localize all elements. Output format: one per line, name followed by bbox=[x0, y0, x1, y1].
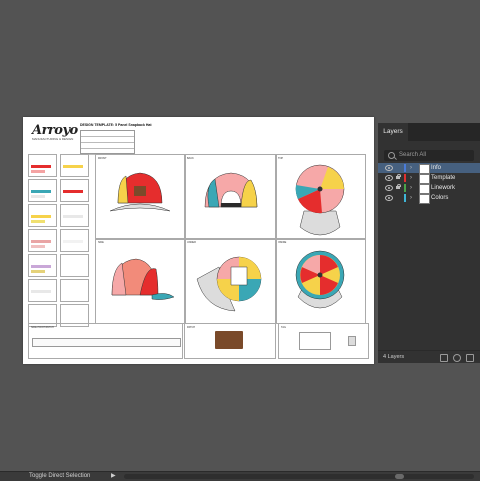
layer-row-linework[interactable]: › Linework bbox=[378, 183, 480, 194]
new-layer-icon[interactable] bbox=[466, 354, 474, 362]
hat-back-illustration bbox=[204, 172, 258, 208]
layer-thumbnail bbox=[419, 194, 430, 204]
tag-swatch bbox=[348, 336, 356, 346]
search-placeholder: Search All bbox=[399, 152, 427, 158]
template-title: DESIGN TEMPLATE: 5 Panel Snapback Hat bbox=[80, 123, 152, 127]
layers-panel-footer: 4 Layers bbox=[378, 350, 480, 363]
hat-under-illustration bbox=[196, 256, 262, 312]
layer-row-template[interactable]: › Template bbox=[378, 173, 480, 184]
tag-box[interactable]: TAG bbox=[278, 323, 369, 359]
artboard[interactable]: Arroyo MANUFACTURING & DESIGN DESIGN TEM… bbox=[23, 117, 374, 364]
export-icon[interactable] bbox=[440, 354, 448, 362]
horizontal-scrollbar[interactable] bbox=[124, 474, 474, 479]
visibility-eye-icon[interactable] bbox=[385, 185, 393, 191]
hat-front-illustration bbox=[109, 172, 171, 212]
hat-side-illustration bbox=[111, 258, 175, 300]
side-print-strip bbox=[32, 338, 181, 347]
layer-count: 4 Layers bbox=[383, 354, 405, 360]
layer-name[interactable]: Colors bbox=[431, 193, 448, 203]
layer-name[interactable]: Linework bbox=[431, 183, 455, 193]
hat-views-grid: FRONT BACK TOP SIDE UNDER INSIDE bbox=[95, 154, 366, 324]
view-front[interactable]: FRONT bbox=[95, 154, 186, 240]
layer-row-colors[interactable]: › Colors bbox=[378, 193, 480, 204]
view-back[interactable]: BACK bbox=[184, 154, 277, 240]
brand-logo-subtitle: MANUFACTURING & DESIGN bbox=[32, 137, 74, 141]
layer-name[interactable]: Template bbox=[431, 173, 455, 183]
layer-color-indicator bbox=[404, 164, 406, 172]
layer-color-indicator bbox=[404, 184, 406, 192]
layer-color-indicator bbox=[404, 194, 406, 202]
layers-panel-body: Search All › Info › Template › Linework bbox=[378, 141, 480, 363]
view-inside[interactable]: INSIDE bbox=[275, 238, 366, 324]
patch-box[interactable]: PATCH bbox=[184, 323, 276, 359]
layer-name[interactable]: Info bbox=[431, 163, 441, 173]
brand-logo: Arroyo bbox=[32, 123, 78, 138]
tab-layers[interactable]: Layers bbox=[378, 123, 408, 142]
spec-column-left bbox=[28, 154, 57, 329]
visibility-eye-icon[interactable] bbox=[385, 195, 393, 201]
chevron-right-icon[interactable]: › bbox=[410, 173, 412, 183]
search-input[interactable]: Search All bbox=[384, 150, 474, 161]
leather-patch bbox=[215, 331, 243, 349]
panel-tab-strip bbox=[408, 123, 480, 141]
view-side[interactable]: SIDE bbox=[95, 238, 186, 324]
chevron-right-icon[interactable]: › bbox=[410, 163, 412, 173]
chevron-right-icon[interactable]: › bbox=[410, 193, 412, 203]
spec-column-right bbox=[60, 154, 89, 329]
lock-icon[interactable] bbox=[396, 184, 401, 189]
template-title-block: DESIGN TEMPLATE: 5 Panel Snapback Hat bbox=[80, 123, 160, 127]
visibility-eye-icon[interactable] bbox=[385, 175, 393, 181]
hat-top-illustration bbox=[295, 164, 345, 236]
hat-inside-illustration bbox=[295, 250, 345, 309]
search-layer-icon[interactable] bbox=[453, 354, 461, 362]
layer-row-info[interactable]: › Info bbox=[378, 163, 480, 174]
scrollbar-thumb[interactable] bbox=[395, 474, 404, 479]
info-table bbox=[80, 130, 135, 155]
view-top[interactable]: TOP bbox=[275, 154, 366, 240]
search-icon bbox=[388, 152, 395, 159]
chevron-right-icon[interactable]: › bbox=[410, 183, 412, 193]
spec-panel bbox=[28, 154, 91, 327]
view-under[interactable]: UNDER bbox=[184, 238, 277, 324]
layer-color-indicator bbox=[404, 174, 406, 182]
tag-label bbox=[299, 332, 331, 350]
layers-panel: Layers Search All › Info › Template › Li… bbox=[378, 123, 480, 363]
visibility-eye-icon[interactable] bbox=[385, 165, 393, 171]
side-print-box[interactable]: SIDE PRINT/PATCH bbox=[28, 323, 183, 359]
lock-icon[interactable] bbox=[396, 174, 401, 179]
